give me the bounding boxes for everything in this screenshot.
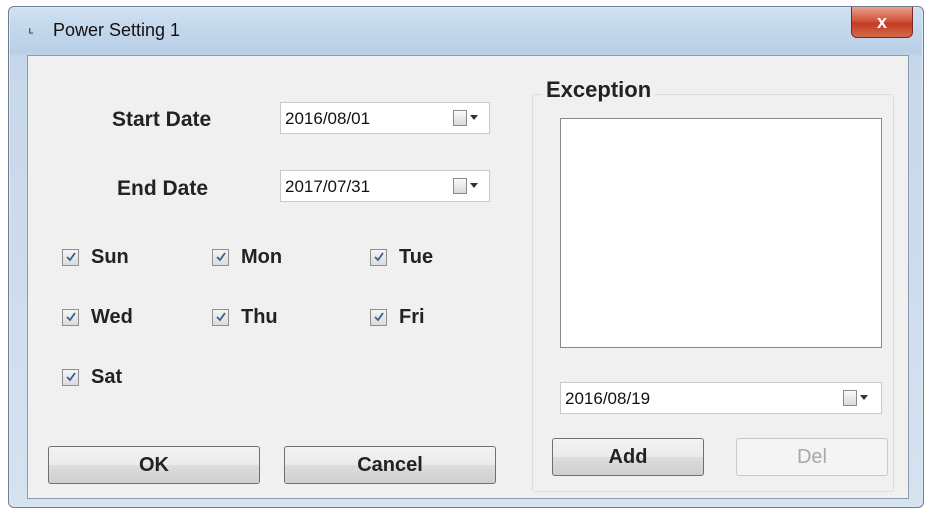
- chevron-down-icon[interactable]: [470, 183, 478, 188]
- checkbox-box[interactable]: [62, 369, 79, 386]
- start-date-label: Start Date: [112, 108, 212, 131]
- start-date-value: 2016/08/01: [285, 109, 371, 128]
- checkbox-label: Wed: [91, 306, 133, 328]
- checkbox-wed[interactable]: Wed: [62, 306, 133, 329]
- checkbox-label: Tue: [399, 246, 434, 268]
- app-icon: ᴸ: [29, 27, 34, 39]
- checkmark-icon: [66, 252, 76, 262]
- checkbox-box[interactable]: [212, 249, 229, 266]
- checkbox-tue[interactable]: Tue: [370, 246, 433, 269]
- checkmark-icon: [374, 312, 384, 322]
- delete-exception-button[interactable]: Del: [736, 438, 888, 476]
- chevron-down-icon[interactable]: [860, 395, 868, 400]
- window-title: Power Setting 1: [53, 20, 181, 40]
- dialog-window: ᴸ Power Setting 1 x Start Date 2016/08/0…: [8, 6, 924, 508]
- checkbox-fri[interactable]: Fri: [370, 306, 425, 329]
- close-button[interactable]: x: [851, 7, 913, 38]
- checkbox-thu[interactable]: Thu: [212, 306, 278, 329]
- checkbox-label: Fri: [399, 306, 425, 328]
- checkbox-box[interactable]: [212, 309, 229, 326]
- checkbox-label: Sun: [91, 246, 129, 268]
- checkbox-label: Sat: [91, 366, 123, 388]
- checkbox-box[interactable]: [370, 309, 387, 326]
- calendar-icon[interactable]: [453, 178, 467, 194]
- checkbox-box[interactable]: [370, 249, 387, 266]
- exception-list[interactable]: [560, 118, 882, 348]
- cancel-button[interactable]: Cancel: [284, 446, 496, 484]
- checkmark-icon: [216, 252, 226, 262]
- exception-date-picker[interactable]: 2016/08/19: [560, 382, 882, 414]
- checkmark-icon: [66, 372, 76, 382]
- ok-button[interactable]: OK: [48, 446, 260, 484]
- checkbox-mon[interactable]: Mon: [212, 246, 282, 269]
- checkbox-sun[interactable]: Sun: [62, 246, 129, 269]
- start-date-picker[interactable]: 2016/08/01: [280, 102, 490, 134]
- title-bar[interactable]: ᴸ Power Setting 1 x: [9, 7, 923, 55]
- end-date-label: End Date: [117, 177, 209, 200]
- checkmark-icon: [216, 312, 226, 322]
- checkbox-label: Mon: [241, 246, 283, 268]
- calendar-icon[interactable]: [453, 110, 467, 126]
- checkbox-box[interactable]: [62, 249, 79, 266]
- checkbox-box[interactable]: [62, 309, 79, 326]
- close-icon: x: [876, 11, 887, 32]
- add-exception-button[interactable]: Add: [552, 438, 704, 476]
- checkbox-label: Thu: [241, 306, 278, 328]
- exception-date-value: 2016/08/19: [565, 389, 651, 408]
- chevron-down-icon[interactable]: [470, 115, 478, 120]
- end-date-picker[interactable]: 2017/07/31: [280, 170, 490, 202]
- checkmark-icon: [374, 252, 384, 262]
- end-date-value: 2017/07/31: [285, 177, 371, 196]
- calendar-icon[interactable]: [843, 390, 857, 406]
- exception-title: Exception: [542, 77, 656, 103]
- checkmark-icon: [66, 312, 76, 322]
- dialog-client-area: Start Date 2016/08/01 End Date 2017/07/3…: [27, 55, 909, 499]
- checkbox-sat[interactable]: Sat: [62, 366, 122, 389]
